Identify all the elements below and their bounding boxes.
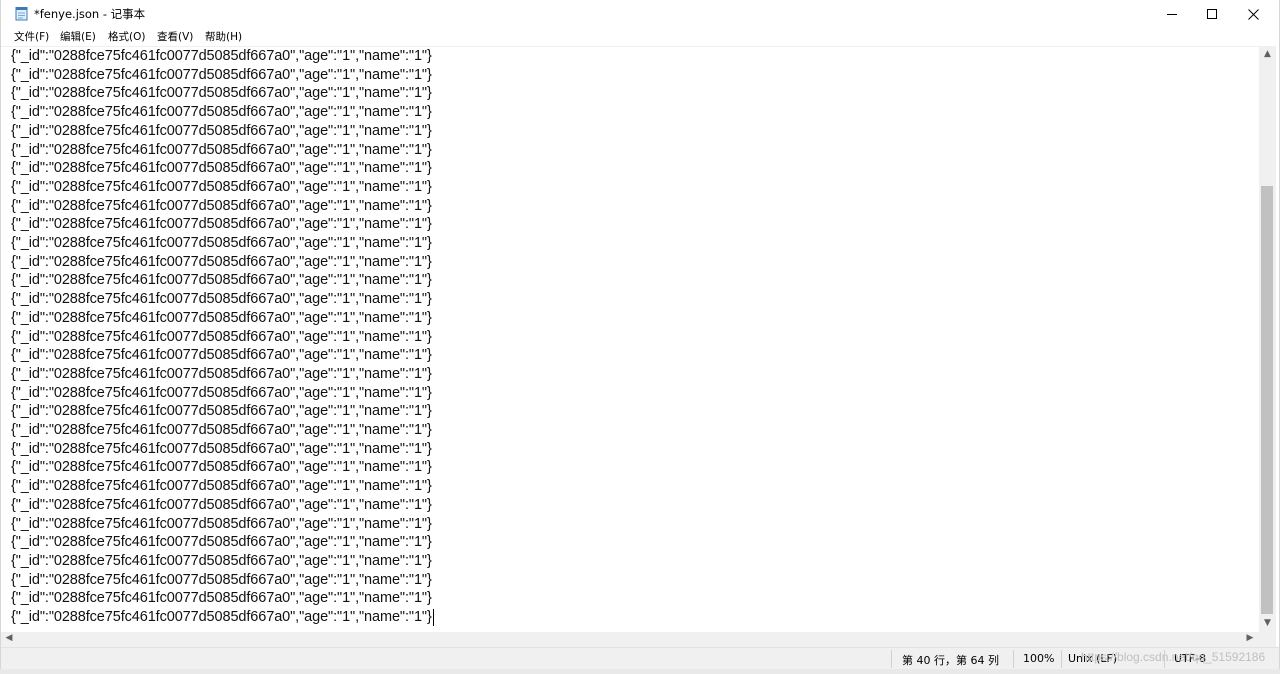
status-cursor-position: 第 40 行，第 64 列 [902, 654, 999, 667]
status-zoom: 100% [1023, 652, 1055, 665]
text-line[interactable]: {"_id":"0288fce75fc461fc0077d5085df667a0… [11, 533, 432, 552]
scroll-left-arrow-icon[interactable]: ◀ [4, 633, 14, 643]
text-line[interactable]: {"_id":"0288fce75fc461fc0077d5085df667a0… [11, 346, 432, 365]
maximize-button[interactable] [1189, 0, 1235, 28]
window-title: *fenye.json - 记事本 [34, 7, 146, 21]
maximize-icon [1207, 9, 1217, 19]
text-line[interactable]: {"_id":"0288fce75fc461fc0077d5085df667a0… [11, 477, 432, 496]
text-line[interactable]: {"_id":"0288fce75fc461fc0077d5085df667a0… [11, 552, 432, 571]
text-line[interactable]: {"_id":"0288fce75fc461fc0077d5085df667a0… [11, 197, 432, 216]
close-button[interactable] [1230, 0, 1276, 28]
text-line[interactable]: {"_id":"0288fce75fc461fc0077d5085df667a0… [11, 47, 432, 66]
title-bar[interactable]: *fenye.json - 记事本 [1, 0, 1279, 28]
text-line[interactable]: {"_id":"0288fce75fc461fc0077d5085df667a0… [11, 589, 432, 608]
text-line[interactable]: {"_id":"0288fce75fc461fc0077d5085df667a0… [11, 103, 432, 122]
text-line[interactable]: {"_id":"0288fce75fc461fc0077d5085df667a0… [11, 402, 432, 421]
menu-bar: 文件(F) 编辑(E) 格式(O) 查看(V) 帮助(H) [1, 28, 1279, 46]
menu-file[interactable]: 文件(F) [14, 29, 49, 44]
taskbar-edge [0, 669, 1280, 674]
text-line[interactable]: {"_id":"0288fce75fc461fc0077d5085df667a0… [11, 608, 432, 627]
scroll-down-arrow-icon[interactable]: ▼ [1259, 618, 1276, 628]
text-line[interactable]: {"_id":"0288fce75fc461fc0077d5085df667a0… [11, 309, 432, 328]
menu-format[interactable]: 格式(O) [108, 29, 145, 44]
text-line[interactable]: {"_id":"0288fce75fc461fc0077d5085df667a0… [11, 122, 432, 141]
horizontal-scrollbar[interactable]: ◀ ▶ [1, 632, 1259, 647]
scrollbar-corner [1259, 632, 1276, 647]
text-editor-area[interactable]: {"_id":"0288fce75fc461fc0077d5085df667a0… [1, 46, 1259, 633]
text-line[interactable]: {"_id":"0288fce75fc461fc0077d5085df667a0… [11, 384, 432, 403]
text-line[interactable]: {"_id":"0288fce75fc461fc0077d5085df667a0… [11, 178, 432, 197]
text-line[interactable]: {"_id":"0288fce75fc461fc0077d5085df667a0… [11, 496, 432, 515]
vertical-scrollbar[interactable]: ▲ ▼ [1259, 46, 1276, 632]
text-line[interactable]: {"_id":"0288fce75fc461fc0077d5085df667a0… [11, 234, 432, 253]
text-line[interactable]: {"_id":"0288fce75fc461fc0077d5085df667a0… [11, 515, 432, 534]
menu-help[interactable]: 帮助(H) [205, 29, 242, 44]
notepad-window: *fenye.json - 记事本 文件(F) 编辑(E) 格式(O) 查看(V… [0, 0, 1280, 674]
text-caret [432, 609, 434, 626]
text-line[interactable]: {"_id":"0288fce75fc461fc0077d5085df667a0… [11, 365, 432, 384]
text-line[interactable]: {"_id":"0288fce75fc461fc0077d5085df667a0… [11, 271, 432, 290]
text-line[interactable]: {"_id":"0288fce75fc461fc0077d5085df667a0… [11, 571, 432, 590]
text-line[interactable]: {"_id":"0288fce75fc461fc0077d5085df667a0… [11, 253, 432, 272]
watermark-text: https://blog.csdn.net/qq_51592186 [1081, 650, 1266, 664]
text-line[interactable]: {"_id":"0288fce75fc461fc0077d5085df667a0… [11, 421, 432, 440]
text-line[interactable]: {"_id":"0288fce75fc461fc0077d5085df667a0… [11, 458, 432, 477]
status-separator [1013, 650, 1014, 668]
text-line[interactable]: {"_id":"0288fce75fc461fc0077d5085df667a0… [11, 328, 432, 347]
menu-edit[interactable]: 编辑(E) [60, 29, 96, 44]
text-line[interactable]: {"_id":"0288fce75fc461fc0077d5085df667a0… [11, 215, 432, 234]
text-line[interactable]: {"_id":"0288fce75fc461fc0077d5085df667a0… [11, 440, 432, 459]
text-line[interactable]: {"_id":"0288fce75fc461fc0077d5085df667a0… [11, 84, 432, 103]
scroll-right-arrow-icon[interactable]: ▶ [1245, 633, 1255, 643]
minimize-icon [1167, 14, 1177, 15]
status-separator [891, 650, 892, 668]
text-line[interactable]: {"_id":"0288fce75fc461fc0077d5085df667a0… [11, 290, 432, 309]
notepad-icon [15, 6, 29, 21]
scroll-up-arrow-icon[interactable]: ▲ [1259, 49, 1276, 59]
text-line[interactable]: {"_id":"0288fce75fc461fc0077d5085df667a0… [11, 141, 432, 160]
status-separator [1061, 650, 1062, 668]
menu-view[interactable]: 查看(V) [157, 29, 193, 44]
close-icon [1247, 8, 1259, 20]
vertical-scroll-thumb[interactable] [1261, 186, 1273, 614]
text-line[interactable]: {"_id":"0288fce75fc461fc0077d5085df667a0… [11, 66, 432, 85]
text-line[interactable]: {"_id":"0288fce75fc461fc0077d5085df667a0… [11, 159, 432, 178]
